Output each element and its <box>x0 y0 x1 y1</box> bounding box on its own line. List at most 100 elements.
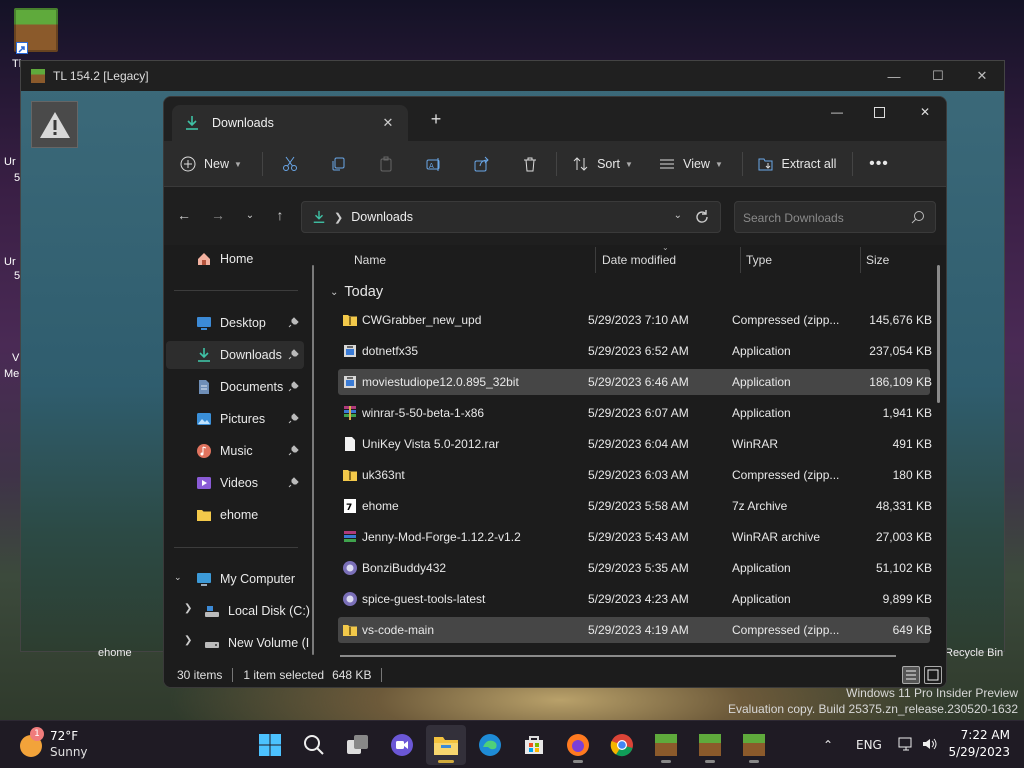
new-button[interactable]: New ▼ <box>176 148 246 180</box>
column-separator[interactable] <box>595 247 596 273</box>
maximize-button[interactable]: ☐ <box>916 61 960 91</box>
tl-titlebar[interactable]: TL 154.2 [Legacy] — ☐ ✕ <box>21 61 1004 91</box>
warning-button[interactable] <box>31 101 78 148</box>
more-options-button[interactable]: ••• <box>864 148 894 180</box>
nav-scrollbar[interactable] <box>312 265 314 655</box>
group-header-today[interactable]: ⌄ Today <box>330 281 383 303</box>
minecraft-taskbar-button[interactable] <box>734 725 774 765</box>
winrar-archive-icon <box>342 529 358 545</box>
column-header-name[interactable]: Name <box>354 245 386 275</box>
minecraft-taskbar-button[interactable] <box>646 725 686 765</box>
share-button[interactable] <box>468 148 496 180</box>
close-tab-button[interactable]: ✕ <box>378 113 398 133</box>
firefox-button[interactable] <box>558 725 598 765</box>
nav-item-downloads[interactable]: Downloads <box>166 341 304 369</box>
volume-icon[interactable] <box>922 737 938 754</box>
list-vertical-scrollbar[interactable] <box>937 265 940 403</box>
desktop-fragment: Ur <box>4 156 16 168</box>
new-tab-button[interactable]: + <box>426 109 446 129</box>
nav-item-home[interactable]: Home <box>166 245 304 273</box>
extract-all-button[interactable]: Extract all <box>756 148 838 180</box>
column-separator[interactable] <box>860 247 861 273</box>
tab-downloads[interactable]: Downloads ✕ <box>172 105 408 141</box>
chrome-button[interactable] <box>602 725 642 765</box>
details-view-button[interactable] <box>902 666 920 684</box>
list-horizontal-scrollbar[interactable] <box>340 655 896 657</box>
minimize-button[interactable]: — <box>872 61 916 91</box>
meet-button[interactable] <box>382 725 422 765</box>
rename-button[interactable]: A <box>420 148 448 180</box>
nav-item-local-disk[interactable]: ❯ Local Disk (C:) <box>166 597 310 625</box>
minecraft-taskbar-button[interactable] <box>690 725 730 765</box>
chevron-right-icon[interactable]: ❯ <box>184 635 192 646</box>
close-button[interactable]: ✕ <box>960 61 1004 91</box>
item-count: 30 items <box>177 668 223 682</box>
breadcrumb-location[interactable]: Downloads <box>351 210 413 224</box>
store-button[interactable] <box>514 725 554 765</box>
file-explorer-window[interactable]: Downloads ✕ + — ✕ New ▼ A Sort ▼ View ▼ … <box>163 96 947 688</box>
nav-item-label: Pictures <box>220 412 266 426</box>
search-box[interactable] <box>734 201 936 233</box>
address-history-dropdown[interactable]: ⌄ <box>674 210 682 221</box>
back-button[interactable]: ← <box>172 203 196 227</box>
maximize-button[interactable] <box>856 97 902 127</box>
nav-item-documents[interactable]: Documents <box>166 373 304 401</box>
copy-button[interactable] <box>324 148 352 180</box>
installer-icon <box>342 343 358 359</box>
nav-item-my-computer[interactable]: ⌄ My Computer <box>166 565 304 593</box>
forward-button[interactable]: → <box>206 203 230 227</box>
address-bar[interactable]: ❯ Downloads ⌄ <box>301 201 721 233</box>
start-button[interactable] <box>250 725 290 765</box>
file-type: Compressed (zipp... <box>732 468 840 482</box>
input-language[interactable]: ENG <box>856 738 882 752</box>
file-row[interactable]: moviestudiope12.0.895_32bit 5/29/2023 6:4… <box>338 369 932 395</box>
chevron-right-icon[interactable]: ❯ <box>184 603 192 614</box>
file-size: 27,003 KB <box>875 530 932 544</box>
file-row[interactable]: 7 ehome 5/29/2023 5:58 AM 7z Archive 48,331 … <box>338 493 932 519</box>
file-row[interactable]: dotnetfx35 5/29/2023 6:52 AM Application 23… <box>338 338 932 364</box>
file-type: Application <box>732 592 791 606</box>
nav-item-ehome[interactable]: ehome <box>166 501 304 529</box>
column-separator[interactable] <box>740 247 741 273</box>
delete-button[interactable] <box>516 148 544 180</box>
file-row[interactable]: Jenny-Mod-Forge-1.12.2-v1.2 5/29/2023 5:4… <box>338 524 932 550</box>
nav-item-videos[interactable]: Videos <box>166 469 304 497</box>
file-row[interactable]: CWGrabber_new_upd 5/29/2023 7:10 AM Compre… <box>338 307 932 333</box>
file-row[interactable]: winrar-5-50-beta-1-x86 5/29/2023 6:07 AM A… <box>338 400 932 426</box>
sort-button[interactable]: Sort ▼ <box>570 148 636 180</box>
nav-item-pictures[interactable]: Pictures <box>166 405 304 433</box>
column-header-size[interactable]: Size <box>866 245 889 275</box>
file-row[interactable]: UniKey Vista 5.0-2012.rar 5/29/2023 6:04 … <box>338 431 932 457</box>
column-header-type[interactable]: Type <box>746 245 772 275</box>
chevron-down-icon: ▼ <box>234 159 242 169</box>
refresh-icon[interactable] <box>692 207 712 227</box>
nav-item-desktop[interactable]: Desktop <box>166 309 304 337</box>
view-icon <box>660 159 675 169</box>
chevron-down-icon[interactable]: ⌄ <box>174 572 182 583</box>
file-row[interactable]: vs-code-main 5/29/2023 4:19 AM Compressed … <box>338 617 932 643</box>
file-row[interactable]: spice-guest-tools-latest 5/29/2023 4:23 A… <box>338 586 932 612</box>
tiles-view-button[interactable] <box>924 666 942 684</box>
file-explorer-taskbar-button[interactable] <box>426 725 466 765</box>
nav-item-new-volume[interactable]: ❯ New Volume (I <box>166 629 309 657</box>
task-view-button[interactable] <box>338 725 378 765</box>
close-window-button[interactable]: ✕ <box>902 97 946 127</box>
file-row[interactable]: uk363nt 5/29/2023 6:03 AM Compressed (zipp… <box>338 462 932 488</box>
nav-item-music[interactable]: Music <box>166 437 304 465</box>
view-button[interactable]: View ▼ <box>658 148 724 180</box>
show-hidden-icons-button[interactable]: ⌃ <box>818 738 838 752</box>
minimize-button[interactable]: — <box>814 97 860 127</box>
paste-button[interactable] <box>372 148 400 180</box>
network-icon[interactable] <box>898 737 914 754</box>
search-input[interactable] <box>743 208 903 228</box>
search-button[interactable] <box>294 725 334 765</box>
edge-button[interactable] <box>470 725 510 765</box>
weather-widget[interactable]: 1 72°F Sunny <box>18 727 138 763</box>
clock[interactable]: 7:22 AM 5/29/2023 <box>948 727 1010 761</box>
file-row[interactable]: BonziBuddy432 5/29/2023 5:35 AM Applicatio… <box>338 555 932 581</box>
minecraft-shortcut-icon[interactable] <box>14 8 64 58</box>
tl-window-title: TL 154.2 [Legacy] <box>53 69 149 83</box>
recent-locations-button[interactable]: ⌄ <box>238 203 262 227</box>
cut-button[interactable] <box>276 148 304 180</box>
up-button[interactable]: ↑ <box>268 203 292 227</box>
